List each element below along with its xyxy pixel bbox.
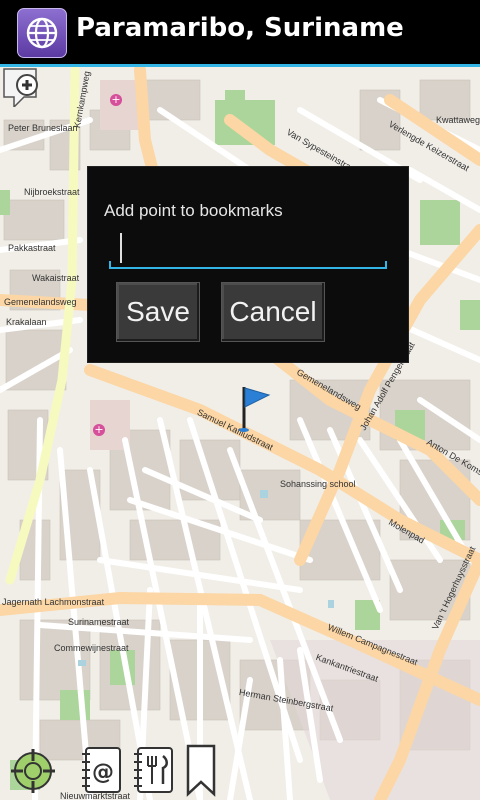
hospital-icon[interactable]: + — [93, 424, 105, 436]
gps-target-icon[interactable] — [10, 746, 56, 794]
bookmark-icon[interactable] — [184, 744, 218, 798]
map-label: Jagernath Lachmonstraat — [2, 597, 105, 607]
bottom-toolbar: @ — [0, 740, 480, 800]
text-cursor — [120, 233, 122, 263]
input-underline — [109, 261, 387, 269]
map-label: Krakalaan — [6, 317, 47, 327]
map-label: Peter Bruneslaan — [8, 123, 78, 133]
globe-icon[interactable] — [17, 8, 67, 58]
map-label: Kwattaweg — [436, 115, 480, 125]
restaurant-icon[interactable] — [130, 744, 176, 796]
cancel-button[interactable]: Cancel — [221, 282, 325, 342]
title-bar: Paramaribo, Suriname — [0, 0, 480, 67]
map-label: Nijbroekstraat — [24, 187, 80, 197]
map-label: Gemenelandsweg — [4, 297, 77, 307]
bookmark-name-input[interactable] — [109, 229, 391, 269]
save-button[interactable]: Save — [116, 282, 200, 342]
svg-text:@: @ — [92, 760, 114, 785]
contact-at-icon[interactable]: @ — [78, 744, 124, 796]
dialog-title: Add point to bookmarks — [104, 201, 283, 220]
map-label: Commewijnestraat — [54, 643, 129, 653]
map-label: Wakaistraat — [32, 273, 80, 283]
add-bookmark-dialog: Add point to bookmarks Save Cancel — [88, 167, 408, 362]
bookmark-name-field[interactable] — [109, 229, 391, 269]
zoom-in-icon[interactable] — [0, 67, 40, 107]
app-title: Paramaribo, Suriname — [76, 13, 404, 43]
map-label: Sohanssing school — [280, 479, 356, 489]
hospital-icon[interactable]: + — [110, 94, 122, 106]
map-label: Surinamestraat — [68, 617, 130, 627]
map-label: Pakkastraat — [8, 243, 56, 253]
flag-marker-icon[interactable] — [236, 385, 276, 435]
